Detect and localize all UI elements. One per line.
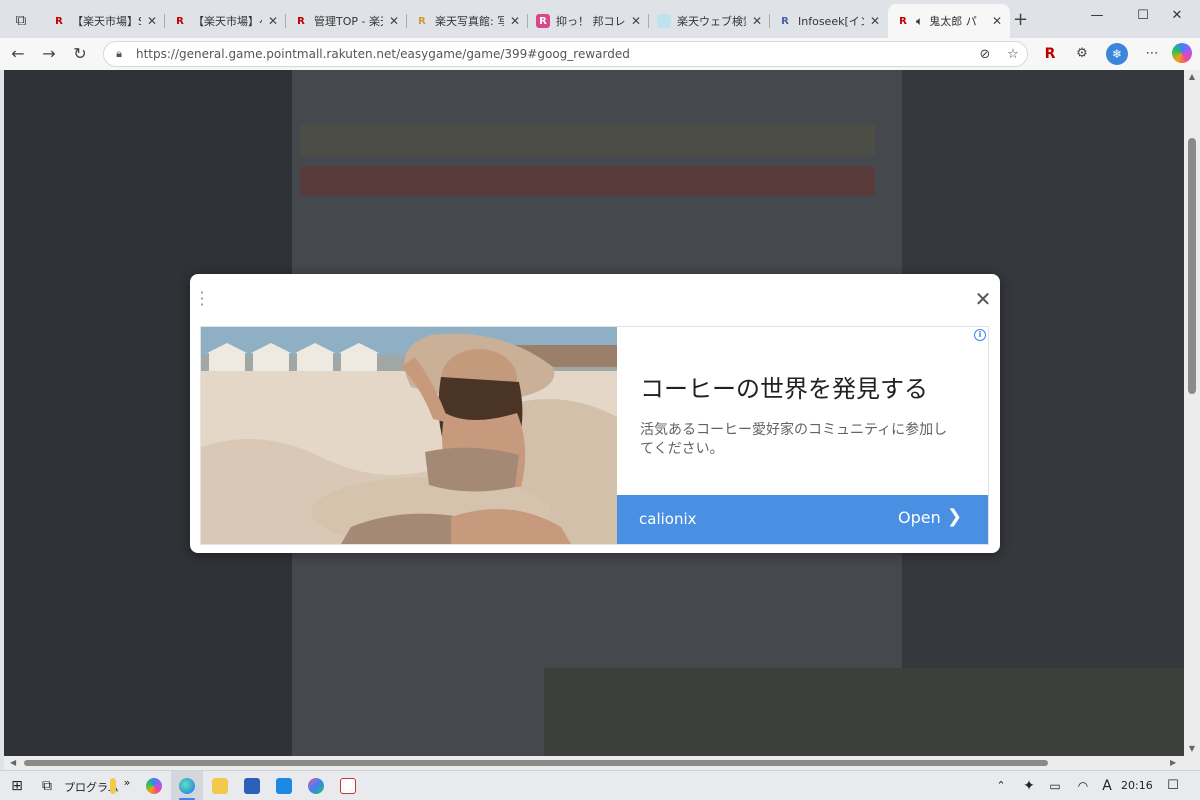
taskbar-clock[interactable]: 20:16: [1121, 779, 1153, 792]
tab-kitaro-active[interactable]: R 🔈︎ 鬼太郎 パ ✕: [888, 4, 1010, 38]
tab-title: 【楽天市場】Sho: [72, 15, 141, 28]
rakuten-pink-icon: R: [536, 14, 550, 28]
tab-title: 【楽天市場】ベ: [193, 15, 262, 28]
copilot-app-icon[interactable]: [308, 778, 324, 794]
system-tray-app-icon[interactable]: ✦: [1018, 776, 1040, 796]
file-explorer-icon[interactable]: [212, 778, 228, 794]
tab-title: 鬼太郎 パ: [929, 15, 977, 28]
tab-rakuten-be[interactable]: R 【楽天市場】ベ ✕: [165, 6, 286, 36]
dimmed-red-band: [300, 166, 875, 196]
back-arrow-icon[interactable]: ←: [6, 43, 30, 65]
tab-close-icon[interactable]: ✕: [868, 14, 882, 28]
vertical-scrollbar[interactable]: ▲ ▼: [1184, 70, 1200, 756]
news-app-icon[interactable]: [340, 778, 356, 794]
horizontal-scrollbar[interactable]: ◀ ▶: [4, 756, 1184, 770]
tracking-prevention-icon[interactable]: ⊘: [971, 47, 999, 62]
rakuten-icon: R: [418, 15, 426, 27]
infoseek-icon: R: [781, 15, 789, 27]
tab-close-icon[interactable]: ✕: [990, 14, 1004, 28]
tab-close-icon[interactable]: ✕: [750, 14, 764, 28]
tab-close-icon[interactable]: ✕: [508, 14, 522, 28]
wifi-icon[interactable]: ◠: [1072, 776, 1094, 796]
ad-text-panel[interactable]: i コーヒーの世界を発見する 活気あるコーヒー愛好家のコミュニティに参加してくだ…: [617, 327, 988, 544]
rakuten-icon: R: [899, 15, 907, 27]
forward-arrow-icon[interactable]: →: [37, 43, 61, 65]
tab-close-icon[interactable]: ✕: [266, 14, 280, 28]
outlook-icon[interactable]: [276, 778, 292, 794]
tab-infoseek[interactable]: R Infoseek[インフ ✕: [770, 6, 888, 36]
tab-web-search[interactable]: 楽天ウェブ検索 ✕: [649, 6, 770, 36]
overflow-chevron-icon[interactable]: »: [120, 773, 134, 793]
extensions-puzzle-icon[interactable]: ⚙: [1072, 45, 1092, 63]
task-view-icon[interactable]: ⧉: [36, 776, 58, 796]
scroll-left-icon[interactable]: ◀: [10, 756, 16, 770]
tab-title: Infoseek[インフ: [798, 15, 864, 28]
profile-avatar-icon[interactable]: ❄: [1106, 43, 1128, 65]
refresh-icon[interactable]: ↻: [68, 43, 92, 65]
copilot-icon[interactable]: [1172, 43, 1192, 63]
windows-taskbar: ⊞ ⧉ プログラム » ⌃ ✦ ▭ ◠ A 20:16 ☐: [0, 770, 1200, 800]
ad-creative[interactable]: i コーヒーの世界を発見する 活気あるコーヒー愛好家のコミュニティに参加してくだ…: [200, 326, 989, 545]
tab-actions-icon[interactable]: ⧉: [8, 8, 34, 32]
ad-headline[interactable]: コーヒーの世界を発見する: [640, 369, 928, 404]
address-bar[interactable]: 🔒︎ https://general.game.pointmall.rakute…: [103, 41, 1028, 67]
dimmed-header-strip: [300, 125, 875, 155]
advertiser-name[interactable]: calionix: [639, 510, 697, 528]
browser-toolbar: ← → ↻ 🔒︎ https://general.game.pointmall.…: [0, 38, 1200, 70]
lock-icon[interactable]: 🔒︎: [112, 47, 126, 61]
scroll-right-icon[interactable]: ▶: [1170, 756, 1176, 770]
edge-browser-icon: [179, 778, 195, 794]
tab-title: 管理TOP - 楽天: [314, 15, 383, 28]
rakuten-icon: R: [297, 15, 305, 27]
ad-close-button[interactable]: ✕: [972, 288, 994, 310]
window-close-button[interactable]: ✕: [1154, 8, 1200, 30]
dimmed-footer-area: [544, 668, 1184, 756]
tab-close-icon[interactable]: ✕: [145, 14, 159, 28]
speaker-icon[interactable]: 🔈︎: [916, 14, 923, 29]
folder-mini-icon[interactable]: [110, 778, 116, 794]
favorite-star-icon[interactable]: ☆: [999, 47, 1027, 62]
hidden-icons-chevron[interactable]: ⌃: [990, 776, 1012, 796]
adchoices-info-icon[interactable]: i: [974, 329, 986, 341]
scroll-down-icon[interactable]: ▼: [1184, 744, 1200, 753]
tab-strip: ⧉ R 【楽天市場】Sho ✕ R 【楽天市場】ベ ✕ R 管理TOP - 楽天…: [0, 0, 1200, 38]
edge-taskbar-button[interactable]: [171, 771, 203, 800]
ad-options-icon[interactable]: · · ·: [198, 285, 206, 313]
windows-start-icon[interactable]: ⊞: [6, 776, 28, 796]
more-menu-icon[interactable]: ⋯: [1142, 45, 1162, 63]
horizontal-scroll-thumb[interactable]: [24, 760, 1048, 766]
new-tab-button[interactable]: +: [1013, 9, 1028, 30]
battery-icon[interactable]: ▭: [1044, 776, 1066, 796]
minimize-button[interactable]: —: [1074, 8, 1120, 30]
ad-photo[interactable]: [201, 327, 617, 544]
rakuten-extension-icon[interactable]: R: [1040, 45, 1060, 63]
ad-cta-bar[interactable]: calionix Open ❯: [617, 495, 988, 544]
vertical-scroll-thumb[interactable]: [1188, 138, 1196, 394]
open-button[interactable]: Open: [898, 508, 941, 527]
rakuten-icon: R: [55, 15, 63, 27]
rakuten-icon: R: [176, 15, 184, 27]
beach-photo-image: [201, 327, 617, 544]
url-text[interactable]: https://general.game.pointmall.rakuten.n…: [136, 47, 971, 61]
ime-indicator[interactable]: A: [1096, 776, 1118, 796]
notification-icon[interactable]: ☐: [1162, 776, 1184, 796]
tab-rakuten-shop[interactable]: R 【楽天市場】Sho ✕: [44, 6, 165, 36]
tab-title: 楽天写真館: 写: [435, 15, 504, 28]
scroll-up-icon[interactable]: ▲: [1184, 72, 1200, 81]
copilot-taskbar-icon[interactable]: [146, 778, 162, 794]
tab-close-icon[interactable]: ✕: [629, 14, 643, 28]
rewarded-ad-dialog: · · · ✕ i コーヒーの世界を発見する 活気あるコーヒー愛好家のコミュニテ…: [190, 274, 1000, 553]
tab-collection[interactable]: R 抑っ！ 邦コレも ✕: [528, 6, 649, 36]
tab-photo-studio[interactable]: R 楽天写真館: 写 ✕: [407, 6, 528, 36]
tab-title: 楽天ウェブ検索: [677, 15, 746, 28]
chevron-right-icon[interactable]: ❯: [947, 506, 962, 527]
ad-description[interactable]: 活気あるコーヒー愛好家のコミュニティに参加してください。: [640, 421, 960, 459]
tab-title: 抑っ！ 邦コレも: [556, 15, 625, 28]
store-icon[interactable]: [244, 778, 260, 794]
scrollbar-corner: [1184, 756, 1200, 770]
tab-admin-top[interactable]: R 管理TOP - 楽天 ✕: [286, 6, 407, 36]
tab-close-icon[interactable]: ✕: [387, 14, 401, 28]
search-icon: [657, 14, 671, 28]
